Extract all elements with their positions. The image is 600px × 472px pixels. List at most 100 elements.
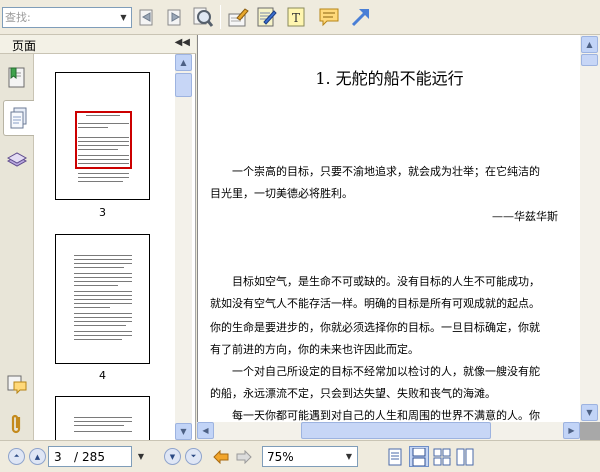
thumb-text-line [74, 281, 132, 282]
tab-attachments[interactable] [4, 406, 30, 442]
paragraph-line: 每一天你都可能遇到对自己的人生和周围的世界不满意的人。你 [232, 409, 540, 422]
zoom-field[interactable]: 75% ▼ [262, 446, 358, 467]
thumb-text-line [78, 163, 129, 164]
thumb-text-line [78, 159, 129, 160]
paragraph-line: 目标如空气，是生命不可或缺的。没有目标的人生不可能成功， [232, 275, 540, 288]
comments-icon [7, 375, 27, 395]
attachment-icon [11, 414, 21, 434]
thumb-text-line [74, 259, 132, 260]
tab-comments[interactable] [4, 366, 30, 402]
document-vertical-scrollbar[interactable]: ▲ ▼ [580, 35, 600, 422]
thumb-text-line [78, 173, 129, 174]
scroll-up-arrow[interactable]: ▲ [581, 36, 598, 53]
page-thumbnail[interactable] [55, 72, 150, 200]
page-dropdown-arrow[interactable]: ▼ [134, 446, 148, 467]
previous-page-icon[interactable]: ▲ [29, 448, 46, 465]
scrollbar-thumb[interactable] [581, 54, 598, 66]
arrow-tool-icon [351, 9, 369, 27]
forward-arrow-icon [236, 449, 252, 464]
comment-tool-button[interactable] [316, 4, 342, 30]
visible-area-frame[interactable] [75, 111, 132, 169]
thumb-text-line [78, 181, 123, 182]
continuous-facing-view-button[interactable] [455, 446, 475, 467]
scrollbar-thumb[interactable] [175, 73, 192, 97]
single-page-view-button[interactable] [385, 446, 405, 467]
thumb-text-line [74, 273, 132, 274]
comment-tool-icon [319, 8, 339, 27]
text-tool-button[interactable]: T [283, 4, 309, 30]
first-page-icon[interactable]: ⏶ [8, 448, 25, 465]
page-thumbnail[interactable] [55, 396, 150, 440]
main-toolbar: ▼ [0, 0, 600, 35]
scroll-down-arrow[interactable]: ▼ [581, 404, 598, 421]
thumb-text-line [78, 155, 129, 156]
scroll-left-arrow[interactable]: ◀ [197, 422, 214, 439]
scroll-down-arrow[interactable]: ▼ [175, 423, 192, 440]
page-thumbnail[interactable] [55, 234, 150, 364]
page-number-field[interactable]: / 285 [48, 446, 132, 467]
chapter-title: 1. 无舵的船不能远行 [315, 69, 464, 88]
notes-tool-icon [257, 7, 277, 27]
toolbar-separator [220, 5, 221, 29]
thumb-text-line [74, 285, 118, 286]
highlight-tool-button[interactable] [225, 4, 251, 30]
tab-layers[interactable] [4, 142, 30, 178]
go-forward-button[interactable] [234, 446, 254, 467]
thumb-text-line [78, 177, 129, 178]
paragraph-line: 你的生命是要进步的，你就必须选择你的目标。一旦目标确定，你就 [210, 321, 540, 334]
scrollbar-thumb[interactable] [301, 422, 491, 439]
panel-title: 页面 [12, 39, 37, 53]
highlight-tool-icon [228, 8, 249, 27]
thumb-text-line [78, 127, 108, 128]
double-chevron-left-icon[interactable]: ◀◀ [175, 37, 190, 48]
thumb-text-line [78, 123, 129, 124]
paragraph-line: 就如没有空气人不能存活一样。明确的目标是所有可观成就的起点。 [210, 297, 540, 310]
layers-icon [6, 152, 28, 167]
page-number-input[interactable] [54, 449, 74, 464]
find-previous-button[interactable] [134, 4, 160, 30]
thumb-text-line [74, 417, 132, 418]
thumb-text-line [74, 425, 124, 426]
thumb-text-line [74, 303, 132, 304]
document-horizontal-scrollbar[interactable]: ◀ ▶ [197, 422, 580, 440]
panel-tab-strip [0, 54, 34, 440]
last-page-icon[interactable]: ⏷ [185, 448, 202, 465]
thumb-text-line [74, 295, 132, 296]
navigation-bar: ⏶ ▲ / 285 ▼ ▼ ⏷ 75% ▼ [0, 440, 600, 472]
document-page: 1. 无舵的船不能远行 一个崇高的目标，只要不渝地追求，就会成为壮举；在它纯洁的… [197, 35, 580, 422]
continuous-page-icon [412, 447, 426, 466]
search-input[interactable] [5, 9, 117, 26]
find-next-icon [167, 9, 181, 26]
thumb-text-line [78, 137, 129, 138]
page-separator: / [74, 449, 79, 464]
notes-tool-button[interactable] [253, 4, 279, 30]
thumb-text-line [74, 277, 132, 278]
single-page-icon [388, 448, 402, 465]
search-box: ▼ [2, 7, 132, 28]
next-page-icon[interactable]: ▼ [164, 448, 181, 465]
thumbnail-scrollbar[interactable]: ▲ ▼ [175, 54, 192, 440]
back-arrow-icon [213, 449, 229, 464]
thumb-text-line [74, 321, 132, 322]
scroll-up-arrow[interactable]: ▲ [175, 54, 192, 71]
thumb-text-line [74, 335, 132, 336]
thumb-text-line [74, 331, 132, 332]
scroll-right-arrow[interactable]: ▶ [563, 422, 580, 439]
facing-view-button[interactable] [432, 446, 452, 467]
thumbnail-list: 3 4 [34, 54, 174, 440]
paragraph-line: 一个崇高的目标，只要不渝地追求，就会成为壮举；在它纯洁的 [232, 165, 540, 178]
thumb-text-line [74, 267, 124, 268]
find-button[interactable] [190, 4, 216, 30]
pages-panel: 页面 ◀◀ 3 4 ▲ ▼ [0, 35, 196, 440]
find-previous-icon [139, 9, 153, 26]
continuous-view-button[interactable] [409, 446, 429, 467]
search-dropdown-arrow[interactable]: ▼ [117, 9, 130, 26]
zoom-dropdown-arrow[interactable]: ▼ [342, 448, 356, 465]
tab-pages[interactable] [3, 100, 34, 136]
thumb-text-line [74, 431, 132, 432]
arrow-tool-button[interactable] [348, 4, 374, 30]
find-icon [193, 7, 214, 27]
go-back-button[interactable] [211, 446, 231, 467]
find-next-button[interactable] [162, 4, 188, 30]
tab-bookmarks[interactable] [4, 60, 30, 96]
